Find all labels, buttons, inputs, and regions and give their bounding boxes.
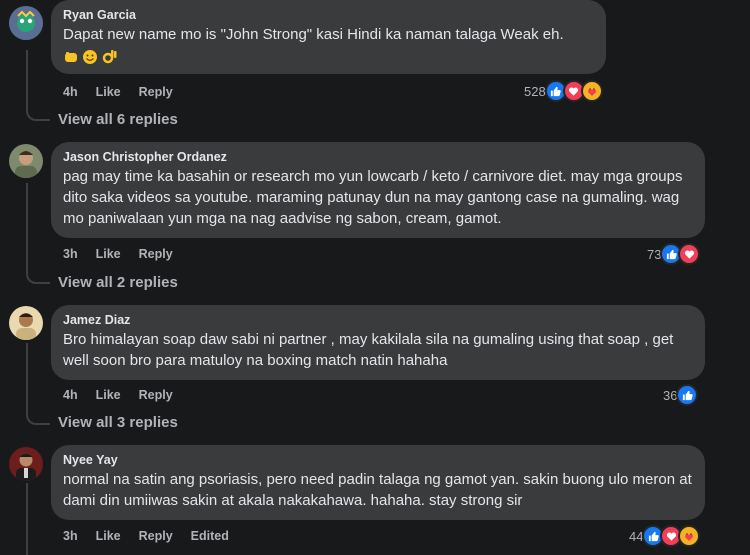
timestamp[interactable]: 4h [63,84,78,100]
comment-text: pag may time ka basahin or research mo y… [63,168,683,227]
view-replies-link[interactable]: View all 2 replies [58,274,178,291]
comment-author[interactable]: Jamez Diaz [63,312,693,329]
timestamp[interactable]: 3h [63,528,78,544]
thread-line [26,183,28,273]
love-reaction-icon [678,243,701,265]
smile-icon [82,49,98,65]
like-button[interactable]: Like [96,528,121,544]
reply-button[interactable]: Reply [139,528,173,544]
comment-author[interactable]: Jason Christopher Ordanez [63,149,693,166]
comment-actions: 4h Like Reply [63,387,173,403]
comment-text: Bro himalayan soap daw sabi ni partner ,… [63,331,674,369]
reply-button[interactable]: Reply [139,246,173,262]
reply-button[interactable]: Reply [139,84,173,100]
comment-author[interactable]: Nyee Yay [63,452,693,469]
avatar[interactable] [9,447,43,481]
thread-line [26,483,28,555]
like-button[interactable]: Like [96,84,121,100]
care-reaction-icon [678,525,701,547]
comment-text: Dapat new name mo is "John Strong" kasi … [63,26,564,43]
edited-label: Edited [190,529,229,543]
comment-actions: 3h Like Reply [63,246,173,262]
reaction-count: 73 [647,246,662,262]
thread-elbow [26,270,50,284]
reaction-summary[interactable]: 73 [647,243,701,265]
comment-actions: 3h Like Reply Edited [63,528,229,544]
thread-line [26,343,28,414]
avatar[interactable] [9,306,43,340]
like-reaction-icon [676,384,699,406]
ok-hand-icon [101,49,117,65]
avatar[interactable] [9,144,43,178]
reaction-summary[interactable]: 528 [524,80,603,102]
reaction-count: 36 [663,387,678,403]
emoji-row [63,49,594,65]
timestamp[interactable]: 3h [63,246,78,262]
comment-text: normal na satin ang psoriasis, pero need… [63,471,692,509]
comment-bubble: Ryan Garcia Dapat new name mo is "John S… [51,0,606,74]
comment-bubble: Jason Christopher Ordanez pag may time k… [51,142,705,238]
thread-line [26,50,28,110]
avatar[interactable] [9,6,43,40]
reaction-count: 44 [629,528,644,544]
reaction-summary[interactable]: 36 [663,384,699,406]
comment-bubble: Jamez Diaz Bro himalayan soap daw sabi n… [51,305,705,380]
view-replies-link[interactable]: View all 3 replies [58,414,178,431]
like-button[interactable]: Like [96,387,121,403]
reaction-summary[interactable]: 44 [629,525,701,547]
reaction-count: 528 [524,83,546,99]
thread-elbow [26,411,50,425]
timestamp[interactable]: 4h [63,387,78,403]
care-reaction-icon [580,80,603,102]
reply-button[interactable]: Reply [139,387,173,403]
view-replies-link[interactable]: View all 6 replies [58,111,178,128]
comment-author[interactable]: Ryan Garcia [63,7,594,24]
like-button[interactable]: Like [96,246,121,262]
fist-icon [63,49,79,65]
thread-elbow [26,107,50,121]
comment-actions: 4h Like Reply [63,84,173,100]
comment-bubble: Nyee Yay normal na satin ang psoriasis, … [51,445,705,520]
